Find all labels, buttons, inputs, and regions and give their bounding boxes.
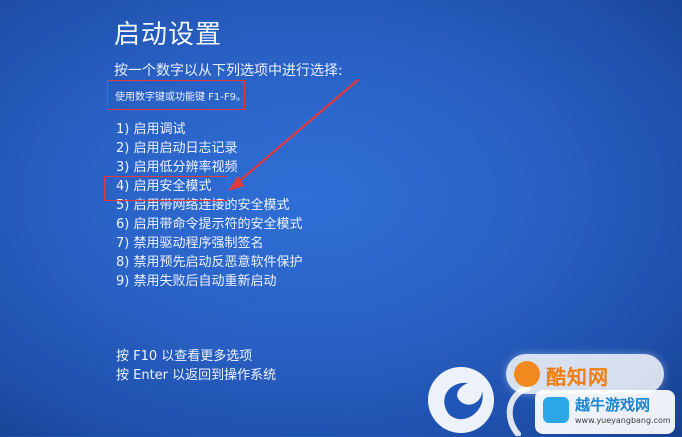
watermark-site-badge: 越牛游戏网 www.yueyangbang.com [535, 390, 675, 434]
option-enable-boot-logging[interactable]: 2) 启用启动日志记录 [116, 139, 302, 158]
hint-text: 使用数字键或功能键 F1-F9。 [115, 92, 247, 103]
footer-instructions: 按 F10 以查看更多选项 按 Enter 以返回到操作系统 [116, 347, 276, 385]
option-disable-auto-restart[interactable]: 9) 禁用失败后自动重新启动 [116, 272, 302, 291]
brand-logo-icon [514, 361, 540, 387]
footer-return: 按 Enter 以返回到操作系统 [116, 368, 277, 383]
option-enable-debugging[interactable]: 1) 启用调试 [116, 120, 302, 139]
site-logo-icon [543, 397, 569, 423]
watermark-brand-card: 酷知网 [506, 354, 664, 394]
page-title: 启动设置 [114, 20, 223, 50]
watermark-brand-text: 酷知网 [546, 365, 609, 389]
startup-options-list: 1) 启用调试 2) 启用启动日志记录 3) 启用低分辨率视频 4) 启用安全模… [116, 120, 302, 291]
watermark-left-logo [428, 367, 494, 433]
option-disable-driver-signature[interactable]: 7) 禁用驱动程序强制签名 [116, 234, 302, 253]
startup-settings-screen: 启动设置 按一个数字以从下列选项中进行选择: 使用数字键或功能键 F1-F9。 … [0, 0, 682, 436]
option-enable-low-resolution-video[interactable]: 3) 启用低分辨率视频 [116, 158, 302, 177]
footer-more-options: 按 F10 以查看更多选项 [116, 349, 253, 364]
watermark-site-url: www.yueyangbang.com [575, 416, 671, 425]
option-disable-early-antimalware[interactable]: 8) 禁用预先启动反恶意软件保护 [116, 253, 302, 272]
swirl-icon [444, 382, 483, 420]
instruction-text: 按一个数字以从下列选项中进行选择: [114, 63, 343, 79]
safe-mode-annotation-box [104, 176, 228, 201]
watermark-site-title: 越牛游戏网 [575, 396, 651, 414]
option-safe-mode-command-prompt[interactable]: 6) 启用带命令提示符的安全模式 [116, 215, 302, 234]
